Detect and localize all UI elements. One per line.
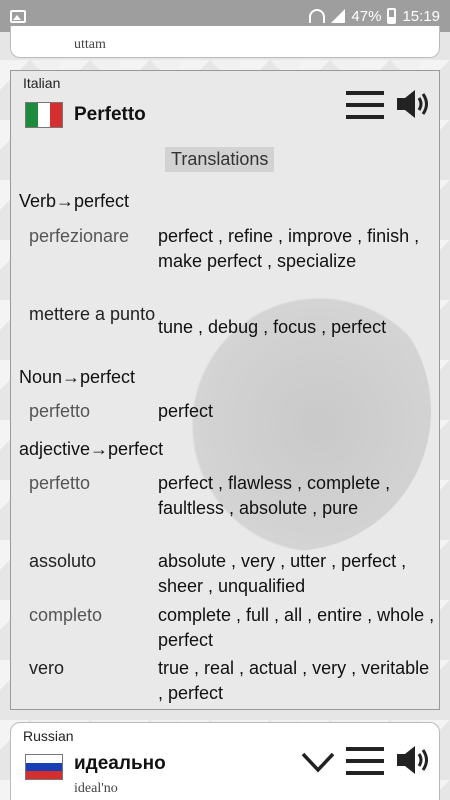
entry-translations: perfect , refine , improve , finish , ma…: [158, 226, 420, 271]
entry-word[interactable]: mettere a punto: [29, 302, 159, 327]
transliteration: uttam: [74, 37, 106, 52]
pos-heading-adjective: adjective→perfect: [19, 439, 164, 459]
entry-translations: absolute , very , utter , perfect , shee…: [158, 551, 407, 596]
section-title-translations: Translations: [165, 147, 275, 172]
battery-icon: [387, 8, 397, 24]
entry-word[interactable]: perfezionare: [29, 224, 159, 249]
wifi-icon: [309, 9, 326, 23]
clock: 15:19: [402, 7, 440, 25]
entry-word[interactable]: perfetto: [29, 399, 159, 424]
entry-translations: perfect , flawless , complete , faultles…: [158, 473, 391, 518]
speaker-icon[interactable]: [395, 743, 433, 777]
entry-word[interactable]: assoluto: [29, 549, 159, 574]
chevron-down-icon[interactable]: [301, 751, 335, 773]
image-icon: [10, 9, 26, 23]
entry-translations: true , real , actual , very , veritable …: [158, 658, 430, 703]
language-label: Russian: [23, 728, 74, 744]
entry-translations: complete , full , all , entire , whole ,…: [158, 605, 435, 650]
word-title: Perfetto: [74, 104, 146, 125]
menu-icon[interactable]: [346, 747, 384, 775]
language-card-italian: Italian Perfetto Translations Verb→perfe…: [10, 70, 440, 710]
menu-icon[interactable]: [346, 91, 384, 119]
pos-heading-noun: Noun→perfect: [19, 367, 136, 387]
previous-language-card[interactable]: uttam: [10, 26, 440, 58]
entry-word[interactable]: vero: [29, 656, 159, 681]
speaker-icon[interactable]: [395, 87, 433, 121]
word-title: идеально: [74, 753, 166, 774]
entry-word[interactable]: perfetto: [29, 471, 159, 496]
italy-flag-icon: [25, 102, 63, 128]
language-label: Italian: [23, 75, 61, 91]
transliteration: ideal'no: [74, 781, 118, 796]
battery-percent: 47%: [351, 7, 382, 25]
pos-heading-verb: Verb→perfect: [19, 191, 130, 211]
signal-icon: [331, 9, 346, 23]
entry-word[interactable]: completo: [29, 603, 159, 628]
entry-translations: perfect: [158, 401, 214, 421]
language-card-russian[interactable]: Russian идеально ideal'no: [10, 722, 440, 800]
russia-flag-icon: [25, 754, 63, 780]
entry-translations: tune , debug , focus , perfect: [158, 317, 387, 337]
